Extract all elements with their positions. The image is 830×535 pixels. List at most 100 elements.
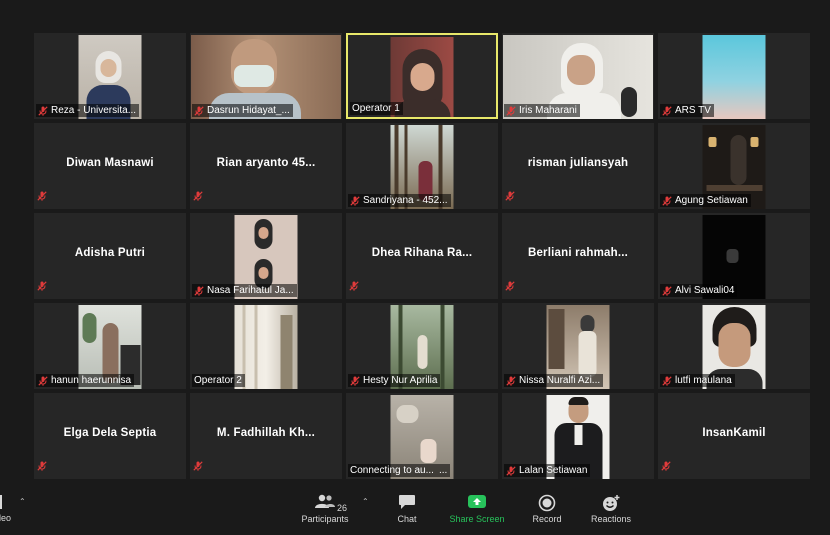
participants-options-caret[interactable]: ⌃ xyxy=(362,497,369,506)
participant-tile[interactable]: Connecting to au...... xyxy=(346,393,498,479)
participant-tile[interactable]: risman juliansyah xyxy=(502,123,654,209)
mic-muted-icon xyxy=(506,465,516,476)
mic-muted-icon xyxy=(349,281,359,291)
mute-indicator xyxy=(193,458,203,476)
participant-name-label: lutfi maulana xyxy=(660,374,735,387)
mic-muted-icon xyxy=(350,375,360,386)
video-options-caret[interactable]: ⌃ xyxy=(19,497,26,506)
participant-name: Sandriyana - 452... xyxy=(363,195,448,206)
participant-name-label: Hesty Nur Aprilia xyxy=(348,374,441,387)
mic-muted-icon xyxy=(506,105,516,116)
share-screen-button[interactable]: Share Screen xyxy=(448,491,506,535)
participant-tile[interactable]: M. Fadhillah Kh... xyxy=(190,393,342,479)
participant-tile[interactable]: Dasrun Hidayat_... xyxy=(190,33,342,119)
participant-name: Lalan Setiawan xyxy=(519,465,588,476)
mute-indicator xyxy=(661,458,671,476)
participants-label: Participants xyxy=(301,514,349,524)
participant-name: Nasa Farihatul Ja... xyxy=(207,285,294,296)
mic-muted-icon xyxy=(661,461,671,471)
participant-name-label: Operator 2 xyxy=(192,374,245,387)
mute-indicator xyxy=(505,278,515,296)
participant-tile[interactable]: Adisha Putri xyxy=(34,213,186,299)
participant-name: Connecting to au... xyxy=(350,465,434,476)
participant-name: Agung Setiawan xyxy=(675,195,748,206)
reactions-button[interactable]: Reactions xyxy=(588,491,634,535)
chat-icon xyxy=(399,495,415,509)
mic-muted-icon xyxy=(350,195,360,206)
video-button[interactable]: ideo xyxy=(0,491,20,535)
participant-name-label: hanun haerunnisa xyxy=(36,374,135,387)
participant-tile[interactable]: Elga Dela Septia xyxy=(34,393,186,479)
participant-name: Dasrun Hidayat_... xyxy=(207,105,290,116)
mic-muted-icon xyxy=(662,105,672,116)
participant-name: ARS TV xyxy=(675,105,711,116)
participant-tile[interactable]: Nasa Farihatul Ja... xyxy=(190,213,342,299)
participant-name: Adisha Putri xyxy=(74,247,146,259)
participant-tile[interactable]: Diwan Masnawi xyxy=(34,123,186,209)
participant-name-label: Dasrun Hidayat_... xyxy=(192,104,293,117)
mute-indicator xyxy=(37,458,47,476)
record-button[interactable]: Record xyxy=(530,491,564,535)
participant-name-label: Nasa Farihatul Ja... xyxy=(192,284,297,297)
mute-indicator xyxy=(349,278,359,296)
participant-name-label: ARS TV xyxy=(660,104,714,117)
mic-muted-icon xyxy=(38,105,48,116)
video-icon xyxy=(0,495,2,509)
participant-tile[interactable]: Alvi Sawali04 xyxy=(658,213,810,299)
more-options-icon[interactable]: ... xyxy=(439,465,447,476)
mic-muted-icon xyxy=(194,105,204,116)
mic-muted-icon xyxy=(193,461,203,471)
participant-tile[interactable]: Reza - Universita... xyxy=(34,33,186,119)
mic-muted-icon xyxy=(662,285,672,296)
participant-name-label: Iris Maharani xyxy=(504,104,580,117)
participants-button[interactable]: Participants xyxy=(298,491,352,535)
mic-muted-icon xyxy=(193,191,203,201)
participants-count: 26 xyxy=(337,503,348,513)
participant-tile[interactable]: Lalan Setiawan xyxy=(502,393,654,479)
chat-label: Chat xyxy=(397,514,417,524)
participant-name-label: Connecting to au...... xyxy=(348,464,451,477)
participant-name: Reza - Universita... xyxy=(51,105,137,116)
mic-muted-icon xyxy=(37,461,47,471)
participant-name: Operator 1 xyxy=(352,103,400,114)
chat-button[interactable]: Chat xyxy=(392,491,422,535)
participant-name: risman juliansyah xyxy=(527,157,629,169)
participant-tile[interactable]: ARS TV xyxy=(658,33,810,119)
participant-tile[interactable]: Operator 1 xyxy=(346,33,498,119)
share-screen-icon xyxy=(468,495,486,508)
participant-tile[interactable]: Operator 2 xyxy=(190,303,342,389)
participant-tile[interactable]: Agung Setiawan xyxy=(658,123,810,209)
participant-tile[interactable]: Iris Maharani xyxy=(502,33,654,119)
participant-tile[interactable]: hanun haerunnisa xyxy=(34,303,186,389)
participant-name: Hesty Nur Aprilia xyxy=(363,375,438,386)
participant-name-label: Reza - Universita... xyxy=(36,104,140,117)
participant-name: Elga Dela Septia xyxy=(63,427,157,439)
participant-name: Diwan Masnawi xyxy=(66,157,154,169)
record-icon xyxy=(538,494,556,512)
participant-name: Alvi Sawali04 xyxy=(675,285,735,296)
mute-indicator xyxy=(37,278,47,296)
participant-name: hanun haerunnisa xyxy=(51,375,132,386)
mic-muted-icon xyxy=(37,281,47,291)
mic-muted-icon xyxy=(194,285,204,296)
participant-name: M. Fadhillah Kh... xyxy=(216,427,316,439)
participant-name: lutfi maulana xyxy=(675,375,732,386)
mic-muted-icon xyxy=(506,375,516,386)
participant-tile[interactable]: Nissa Nuralfi Azi... xyxy=(502,303,654,389)
record-label: Record xyxy=(532,514,562,524)
participant-tile[interactable]: Rian aryanto 45... xyxy=(190,123,342,209)
reactions-label: Reactions xyxy=(590,514,632,524)
participant-tile[interactable]: Dhea Rihana Ra... xyxy=(346,213,498,299)
mute-indicator xyxy=(505,188,515,206)
participant-tile[interactable]: Berliani rahmah... xyxy=(502,213,654,299)
meeting-toolbar: ideo ⌃ Participants ⌃ Chat Share Screen … xyxy=(0,491,830,535)
participant-name: Operator 2 xyxy=(194,375,242,386)
participant-tile[interactable]: InsanKamil xyxy=(658,393,810,479)
participant-tile[interactable]: Sandriyana - 452... xyxy=(346,123,498,209)
mic-muted-icon xyxy=(662,375,672,386)
participant-name: Berliani rahmah... xyxy=(527,247,629,259)
participant-tile[interactable]: Hesty Nur Aprilia xyxy=(346,303,498,389)
mic-muted-icon xyxy=(505,191,515,201)
reactions-icon xyxy=(603,495,620,511)
participant-tile[interactable]: lutfi maulana xyxy=(658,303,810,389)
